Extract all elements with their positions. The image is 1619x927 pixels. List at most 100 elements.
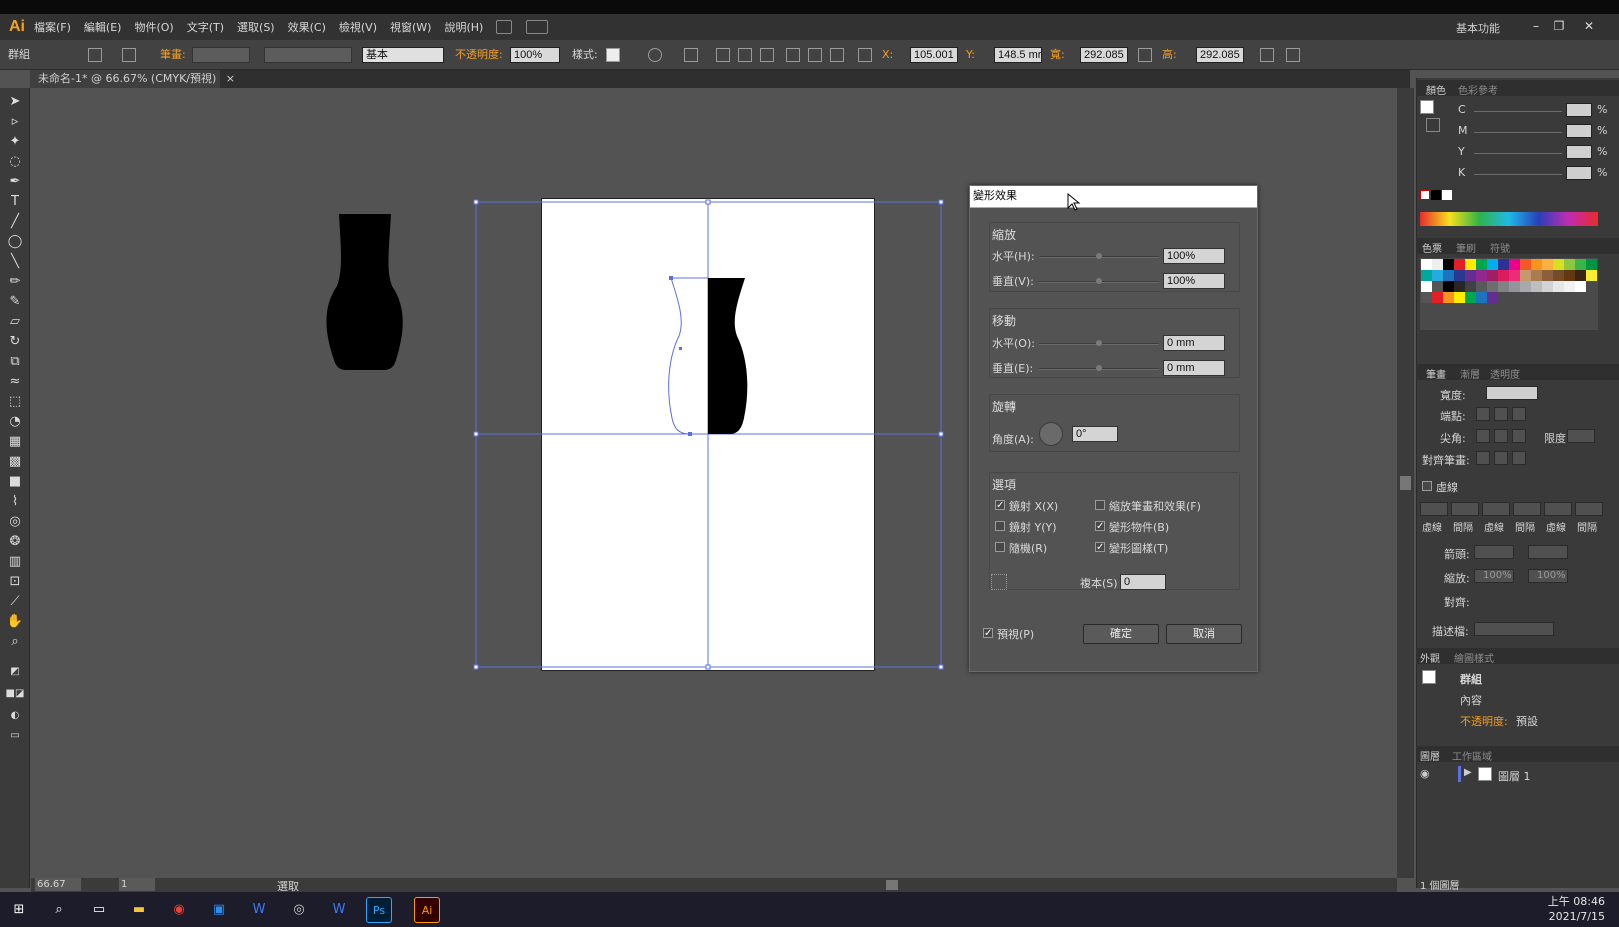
dash-2-field[interactable] bbox=[1482, 502, 1510, 516]
cyan-slider[interactable] bbox=[1474, 110, 1562, 112]
vertical-scroll-thumb[interactable] bbox=[1400, 476, 1411, 490]
color-spectrum-bar[interactable] bbox=[1420, 212, 1598, 226]
move-horizontal-slider[interactable] bbox=[1039, 340, 1159, 346]
tab-layers[interactable]: 圖層 bbox=[1420, 748, 1440, 763]
cyan-field[interactable] bbox=[1566, 103, 1592, 117]
tab-color-guide[interactable]: 色彩參考 bbox=[1458, 82, 1498, 97]
gap-3-field[interactable] bbox=[1575, 502, 1603, 516]
reflect-x-checkbox[interactable]: ✓ bbox=[995, 500, 1005, 511]
appearance-opacity-label[interactable]: 不透明度: bbox=[1460, 713, 1508, 729]
illustrator-icon[interactable]: Ai bbox=[414, 897, 440, 923]
yellow-slider[interactable] bbox=[1474, 152, 1562, 154]
tab-symbols[interactable]: 符號 bbox=[1490, 240, 1510, 255]
tab-color[interactable]: 顏色 bbox=[1426, 82, 1446, 97]
miter-join-icon[interactable] bbox=[1476, 429, 1490, 443]
system-clock[interactable]: 上午 08:46 2021/7/15 bbox=[1548, 894, 1605, 924]
limit-field[interactable] bbox=[1567, 429, 1595, 443]
status-bar: 66.67 1 選取 bbox=[31, 878, 1397, 893]
tab-artboards[interactable]: 工作區域 bbox=[1452, 748, 1492, 763]
store-icon[interactable]: ▣ bbox=[206, 897, 232, 923]
appearance-contents-label[interactable]: 內容 bbox=[1460, 692, 1482, 708]
reference-point-locator-icon[interactable] bbox=[991, 574, 1007, 590]
random-checkbox[interactable] bbox=[995, 542, 1005, 552]
tab-gradient[interactable]: 漸層 bbox=[1460, 366, 1480, 381]
dash-3-field[interactable] bbox=[1544, 502, 1572, 516]
artboard-navigation-field[interactable]: 1 bbox=[119, 878, 155, 891]
bevel-join-icon[interactable] bbox=[1512, 429, 1526, 443]
profile-select[interactable] bbox=[1474, 622, 1554, 636]
gap-1-field[interactable] bbox=[1451, 502, 1479, 516]
layer-visibility-icon[interactable]: ◉ bbox=[1420, 767, 1434, 781]
task-view-icon[interactable]: ▭ bbox=[86, 897, 112, 923]
black-swatch[interactable] bbox=[1431, 190, 1441, 200]
cancel-button[interactable]: 取消 bbox=[1166, 624, 1242, 644]
photoshop-icon[interactable]: Ps bbox=[366, 897, 392, 923]
transform-patterns-checkbox[interactable]: ✓ bbox=[1095, 542, 1105, 553]
arrow-scale-start-field[interactable]: 100% bbox=[1474, 569, 1514, 583]
dialog-title[interactable]: 變形效果 bbox=[970, 186, 1257, 208]
scale-vertical-field[interactable]: 100% bbox=[1163, 273, 1225, 289]
stroke-color-icon[interactable] bbox=[1426, 118, 1440, 132]
fill-color-icon[interactable] bbox=[1420, 100, 1434, 114]
layer-expand-icon[interactable]: ▶ bbox=[1464, 767, 1472, 778]
move-horizontal-field[interactable]: 0 mm bbox=[1163, 335, 1225, 351]
layer-name[interactable]: 圖層 1 bbox=[1498, 768, 1531, 784]
yellow-field[interactable] bbox=[1566, 145, 1592, 159]
transform-objects-checkbox[interactable]: ✓ bbox=[1095, 521, 1105, 532]
none-swatch-icon[interactable] bbox=[1420, 190, 1430, 200]
scale-strokes-checkbox[interactable] bbox=[1095, 500, 1105, 510]
search-icon[interactable]: ⌕ bbox=[46, 897, 72, 923]
tab-brushes[interactable]: 筆刷 bbox=[1456, 240, 1476, 255]
slider-knob[interactable] bbox=[1096, 340, 1102, 346]
chrome-icon[interactable]: ◉ bbox=[166, 897, 192, 923]
vertical-scrollbar[interactable] bbox=[1397, 88, 1414, 878]
tab-swatches[interactable]: 色票 bbox=[1422, 240, 1442, 255]
magenta-field[interactable] bbox=[1566, 124, 1592, 138]
copies-field[interactable]: 0 bbox=[1120, 574, 1166, 590]
scale-vertical-slider[interactable] bbox=[1039, 278, 1159, 284]
dash-1-field[interactable] bbox=[1420, 502, 1448, 516]
align-stroke-center-icon[interactable] bbox=[1476, 451, 1490, 465]
dashed-line-checkbox[interactable] bbox=[1422, 481, 1432, 491]
app-w2-icon[interactable]: W bbox=[326, 897, 352, 923]
obs-icon[interactable]: ◎ bbox=[286, 897, 312, 923]
tab-stroke[interactable]: 筆畫 bbox=[1426, 366, 1446, 381]
app-w-icon[interactable]: W bbox=[246, 897, 272, 923]
move-vertical-field[interactable]: 0 mm bbox=[1163, 360, 1225, 376]
align-stroke-inside-icon[interactable] bbox=[1494, 451, 1508, 465]
arrow-scale-end-field[interactable]: 100% bbox=[1528, 569, 1568, 583]
black-field[interactable] bbox=[1566, 166, 1592, 180]
angle-dial-icon[interactable] bbox=[1039, 422, 1063, 446]
scale-horizontal-field[interactable]: 100% bbox=[1163, 248, 1225, 264]
swatch-grid[interactable] bbox=[1420, 258, 1598, 330]
black-slider[interactable] bbox=[1474, 173, 1562, 175]
windows-start-icon[interactable]: ⊞ bbox=[6, 897, 32, 923]
white-swatch[interactable] bbox=[1442, 190, 1452, 200]
clock-date: 2021/7/15 bbox=[1548, 910, 1605, 923]
round-join-icon[interactable] bbox=[1494, 429, 1508, 443]
stroke-width-field[interactable] bbox=[1486, 386, 1538, 400]
slider-knob[interactable] bbox=[1096, 253, 1102, 259]
tab-graphic-styles[interactable]: 繪圖樣式 bbox=[1454, 650, 1494, 665]
arrowhead-end-select[interactable] bbox=[1528, 545, 1568, 559]
slider-knob[interactable] bbox=[1096, 278, 1102, 284]
round-cap-icon[interactable] bbox=[1494, 407, 1508, 421]
scale-horizontal-slider[interactable] bbox=[1039, 253, 1159, 259]
align-stroke-outside-icon[interactable] bbox=[1512, 451, 1526, 465]
zoom-field[interactable]: 66.67 bbox=[35, 878, 81, 891]
square-cap-icon[interactable] bbox=[1512, 407, 1526, 421]
ok-button[interactable]: 確定 bbox=[1083, 624, 1159, 644]
file-explorer-icon[interactable]: ▬ bbox=[126, 897, 152, 923]
preview-checkbox[interactable]: ✓ bbox=[983, 628, 993, 639]
tab-transparency[interactable]: 透明度 bbox=[1490, 366, 1520, 381]
angle-field[interactable]: 0° bbox=[1072, 426, 1118, 442]
horizontal-scroll-thumb[interactable] bbox=[886, 880, 898, 890]
tab-appearance[interactable]: 外觀 bbox=[1420, 650, 1440, 665]
butt-cap-icon[interactable] bbox=[1476, 407, 1490, 421]
slider-knob[interactable] bbox=[1096, 365, 1102, 371]
magenta-slider[interactable] bbox=[1474, 131, 1562, 133]
arrowhead-start-select[interactable] bbox=[1474, 545, 1514, 559]
gap-2-field[interactable] bbox=[1513, 502, 1541, 516]
reflect-y-checkbox[interactable] bbox=[995, 521, 1005, 531]
move-vertical-slider[interactable] bbox=[1039, 365, 1159, 371]
